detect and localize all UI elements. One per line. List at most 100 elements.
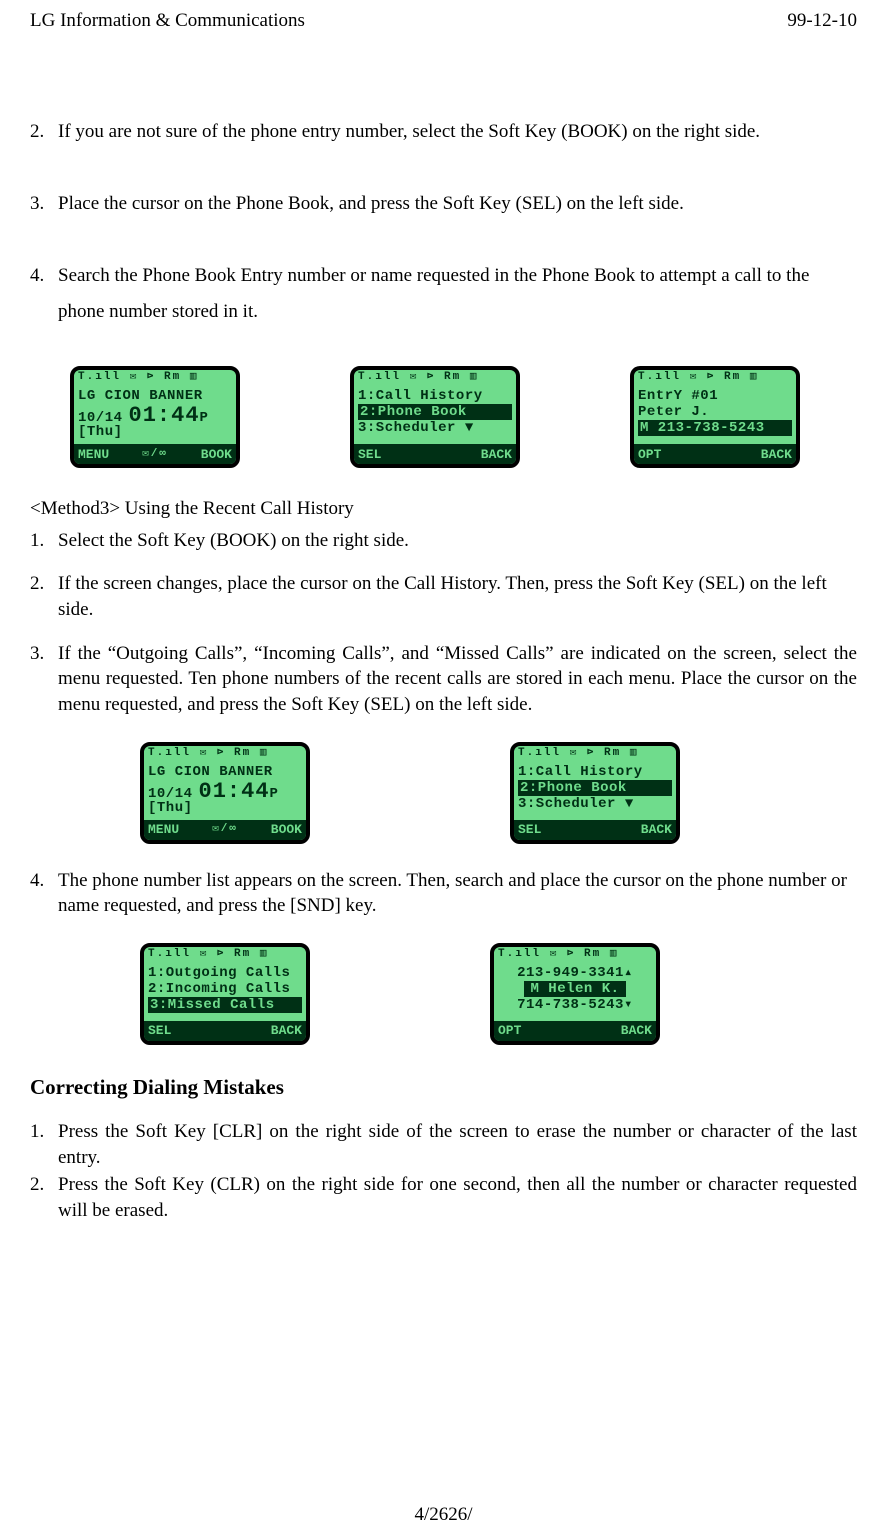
- list-item: 1. Select the Soft Key (BOOK) on the rig…: [30, 528, 857, 554]
- banner-text: LG CION BANNER: [78, 388, 232, 404]
- soft-key-left[interactable]: OPT: [638, 448, 661, 461]
- day-text: [Thu]: [148, 801, 193, 815]
- soft-key-bar: OPT BACK: [634, 444, 796, 464]
- soft-key-left[interactable]: SEL: [148, 1024, 171, 1037]
- list-item: 2. If you are not sure of the phone entr…: [30, 114, 857, 150]
- list-item: 3. Place the cursor on the Phone Book, a…: [30, 186, 857, 222]
- soft-key-right[interactable]: BOOK: [271, 823, 302, 836]
- item-text: The phone number list appears on the scr…: [58, 868, 857, 919]
- method3-label: <Method3> Using the Recent Call History: [30, 496, 857, 522]
- menu-item-call-history[interactable]: 1:Call History: [518, 764, 672, 780]
- list-item: 4. The phone number list appears on the …: [30, 868, 857, 919]
- entry-name: Peter J.: [638, 404, 792, 420]
- item-number: 2.: [30, 114, 58, 150]
- lcd-menu: T.ıll ✉ ⊳ Rm ▥ 1:Call History 2:Phone Bo…: [350, 366, 520, 468]
- lcd-number-list: T.ıll ✉ ⊳ Rm ▥ 213-949-3341▴ M Helen K. …: [490, 943, 660, 1045]
- soft-key-bar: OPT BACK: [494, 1021, 656, 1041]
- soft-key-bar: SEL BACK: [354, 444, 516, 464]
- item-number: 4.: [30, 868, 58, 919]
- entry-number: EntrY #01: [638, 388, 792, 404]
- menu-item-missed[interactable]: 3:Missed Calls: [148, 997, 302, 1013]
- list-item: 4. Search the Phone Book Entry number or…: [30, 258, 857, 330]
- soft-key-center[interactable]: ✉/∞: [142, 449, 168, 460]
- page-header: LG Information & Communications 99-12-10: [30, 8, 857, 34]
- menu-item-incoming[interactable]: 2:Incoming Calls: [148, 981, 302, 997]
- status-bar: T.ıll ✉ ⊳ Rm ▥: [494, 947, 656, 965]
- lcd-menu: T.ıll ✉ ⊳ Rm ▥ 1:Call History 2:Phone Bo…: [510, 742, 680, 844]
- soft-key-left[interactable]: MENU: [78, 448, 109, 461]
- page-footer: 4/2626/: [0, 1502, 887, 1528]
- status-bar: T.ıll ✉ ⊳ Rm ▥: [144, 947, 306, 965]
- soft-key-right[interactable]: BACK: [641, 823, 672, 836]
- ampm-text: P: [200, 411, 209, 425]
- item-text: Place the cursor on the Phone Book, and …: [58, 186, 684, 222]
- soft-key-left[interactable]: OPT: [498, 1024, 521, 1037]
- date-text: 10/14: [148, 787, 193, 801]
- screens-row-c: T.ıll ✉ ⊳ Rm ▥ 1:Outgoing Calls 2:Incomi…: [140, 943, 857, 1045]
- menu-item-phone-book[interactable]: 2:Phone Book: [358, 404, 512, 420]
- soft-key-left[interactable]: SEL: [518, 823, 541, 836]
- status-bar: T.ıll ✉ ⊳ Rm ▥: [144, 746, 306, 764]
- screens-row-b: T.ıll ✉ ⊳ Rm ▥ LG CION BANNER 10/14 [Thu…: [140, 742, 857, 844]
- day-text: [Thu]: [78, 425, 123, 439]
- soft-key-bar: SEL BACK: [144, 1021, 306, 1041]
- soft-key-right[interactable]: BACK: [621, 1024, 652, 1037]
- item-text: If the screen changes, place the cursor …: [58, 571, 857, 622]
- lcd-home: T.ıll ✉ ⊳ Rm ▥ LG CION BANNER 10/14 [Thu…: [140, 742, 310, 844]
- screens-row-a: T.ıll ✉ ⊳ Rm ▥ LG CION BANNER 10/14 [Thu…: [70, 366, 857, 468]
- lcd-call-history-menu: T.ıll ✉ ⊳ Rm ▥ 1:Outgoing Calls 2:Incomi…: [140, 943, 310, 1045]
- soft-key-right[interactable]: BACK: [761, 448, 792, 461]
- item-number: 4.: [30, 258, 58, 330]
- soft-key-right[interactable]: BACK: [481, 448, 512, 461]
- entry-phone[interactable]: M 213-738-5243: [638, 420, 792, 436]
- item-number: 2.: [30, 1172, 58, 1223]
- lcd-body: LG CION BANNER 10/14 [Thu] 01:44 P: [74, 388, 236, 444]
- item-number: 3.: [30, 641, 58, 718]
- item-number: 1.: [30, 1119, 58, 1170]
- lcd-entry: T.ıll ✉ ⊳ Rm ▥ EntrY #01 Peter J. M 213-…: [630, 366, 800, 468]
- menu-item-scheduler[interactable]: 3:Scheduler ▼: [518, 796, 672, 812]
- soft-key-right[interactable]: BACK: [271, 1024, 302, 1037]
- lcd-body: LG CION BANNER 10/14 [Thu] 01:44 P: [144, 764, 306, 820]
- soft-key-bar: MENU ✉/∞ BOOK: [74, 444, 236, 464]
- date-time-row: 10/14 [Thu] 01:44 P: [148, 780, 302, 816]
- ampm-text: P: [270, 787, 279, 801]
- item-text: If you are not sure of the phone entry n…: [58, 114, 760, 150]
- page: LG Information & Communications 99-12-10…: [0, 0, 887, 1538]
- lcd-body: 1:Call History 2:Phone Book 3:Scheduler …: [514, 764, 676, 820]
- soft-key-right[interactable]: BOOK: [201, 448, 232, 461]
- soft-key-left[interactable]: MENU: [148, 823, 179, 836]
- menu-item-phone-book[interactable]: 2:Phone Book: [518, 780, 672, 796]
- list-name-selected[interactable]: M Helen K.: [524, 981, 625, 997]
- correcting-list: 1. Press the Soft Key [CLR] on the right…: [30, 1119, 857, 1224]
- item-text: Press the Soft Key (CLR) on the right si…: [58, 1172, 857, 1223]
- time-text: 01:44: [129, 405, 200, 427]
- time-text: 01:44: [199, 781, 270, 803]
- item-text: Select the Soft Key (BOOK) on the right …: [58, 528, 409, 554]
- header-left: LG Information & Communications: [30, 8, 305, 34]
- soft-key-left[interactable]: SEL: [358, 448, 381, 461]
- menu-item-scheduler[interactable]: 3:Scheduler ▼: [358, 420, 512, 436]
- item-text: Press the Soft Key [CLR] on the right si…: [58, 1119, 857, 1170]
- lcd-body: 1:Call History 2:Phone Book 3:Scheduler …: [354, 388, 516, 444]
- soft-key-center[interactable]: ✉/∞: [212, 824, 238, 835]
- item-text: If the “Outgoing Calls”, “Incoming Calls…: [58, 641, 857, 718]
- lcd-body: 1:Outgoing Calls 2:Incoming Calls 3:Miss…: [144, 965, 306, 1021]
- menu-item-outgoing[interactable]: 1:Outgoing Calls: [148, 965, 302, 981]
- method2-list: 2. If you are not sure of the phone entr…: [30, 114, 857, 330]
- list-number[interactable]: 714-738-5243▾: [517, 997, 633, 1013]
- item-number: 3.: [30, 186, 58, 222]
- method3-list: 1. Select the Soft Key (BOOK) on the rig…: [30, 528, 857, 718]
- soft-key-bar: SEL BACK: [514, 820, 676, 840]
- list-number[interactable]: 213-949-3341▴: [517, 965, 633, 981]
- date-text: 10/14: [78, 411, 123, 425]
- banner-text: LG CION BANNER: [148, 764, 302, 780]
- section-heading: Correcting Dialing Mistakes: [30, 1073, 857, 1101]
- item-number: 1.: [30, 528, 58, 554]
- status-bar: T.ıll ✉ ⊳ Rm ▥: [354, 370, 516, 388]
- menu-item-call-history[interactable]: 1:Call History: [358, 388, 512, 404]
- status-bar: T.ıll ✉ ⊳ Rm ▥: [74, 370, 236, 388]
- lcd-body: EntrY #01 Peter J. M 213-738-5243: [634, 388, 796, 444]
- lcd-body: 213-949-3341▴ M Helen K. 714-738-5243▾: [494, 965, 656, 1021]
- item-text: Search the Phone Book Entry number or na…: [58, 258, 857, 330]
